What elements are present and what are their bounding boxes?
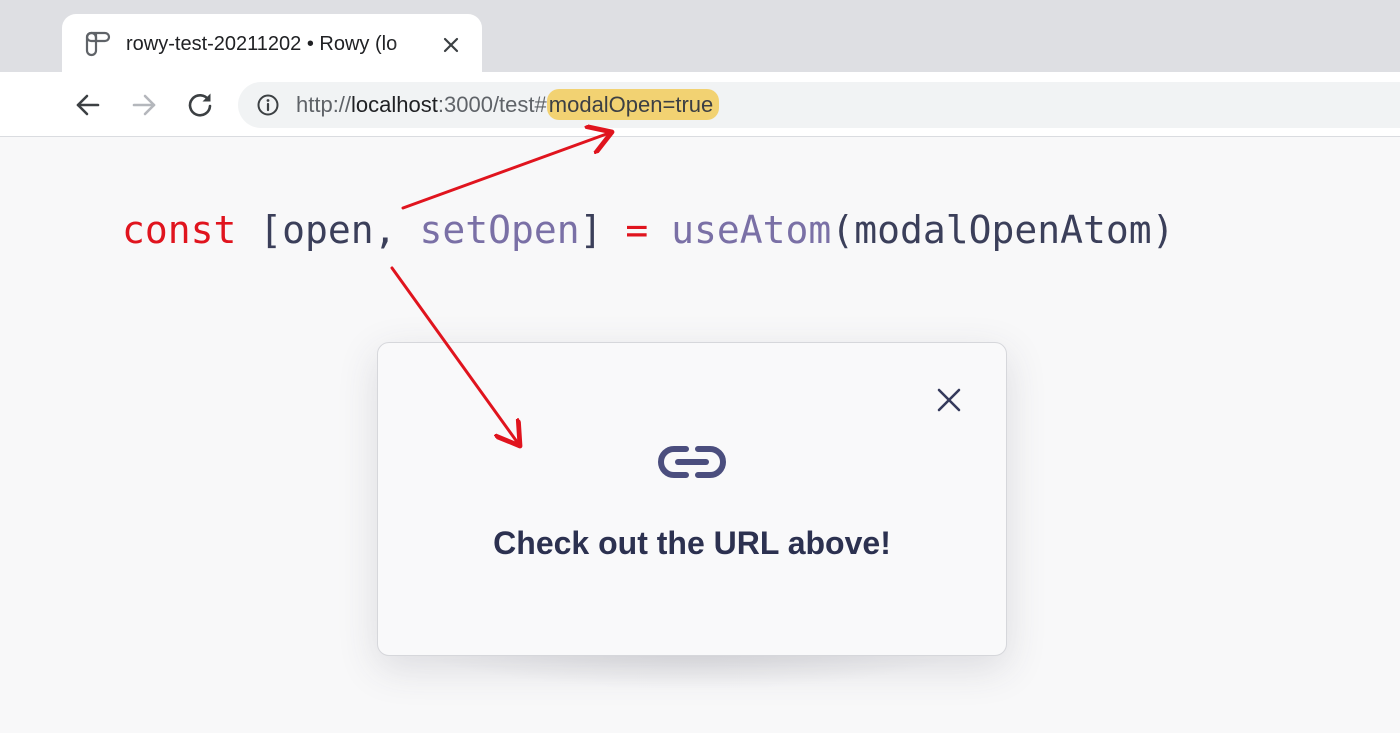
code-close-bracket: ]	[579, 208, 626, 252]
forward-arrow-icon[interactable]	[128, 89, 160, 121]
code-var-setopen: setOpen	[419, 208, 580, 252]
code-var-open: open	[282, 208, 374, 252]
code-comma: ,	[373, 208, 420, 252]
browser-tab[interactable]: rowy-test-20211202 • Rowy (lo	[62, 14, 482, 76]
close-icon[interactable]	[440, 34, 462, 56]
modal-dialog: Check out the URL above!	[377, 342, 1007, 656]
url-text: http://localhost:3000/test#modalOpen=tru…	[296, 89, 720, 120]
back-arrow-icon[interactable]	[72, 89, 104, 121]
code-function: useAtom	[671, 208, 832, 252]
code-paren-close: )	[1151, 208, 1175, 252]
code-operator: =	[625, 208, 649, 252]
tab-strip: rowy-test-20211202 • Rowy (lo	[0, 0, 1400, 76]
tab-title: rowy-test-20211202 • Rowy (lo	[126, 33, 398, 55]
code-snippet: const [open, setOpen] = useAtom(modalOpe…	[122, 206, 1175, 254]
tab-title-fade	[392, 28, 434, 60]
info-icon[interactable]	[256, 93, 280, 117]
code-arg: modalOpenAtom	[854, 208, 1152, 252]
url-scheme: http://	[296, 92, 352, 117]
url-path: :3000/test#	[437, 92, 547, 117]
code-paren-open: (	[831, 208, 855, 252]
url-hash-highlight: modalOpen=true	[546, 89, 720, 120]
url-host: localhost	[351, 92, 438, 117]
reload-icon[interactable]	[184, 89, 216, 121]
browser-toolbar: http://localhost:3000/test#modalOpen=tru…	[0, 72, 1400, 137]
link-icon	[658, 446, 726, 478]
code-keyword: const	[122, 208, 237, 252]
rowy-logo-icon	[85, 31, 111, 57]
address-bar[interactable]: http://localhost:3000/test#modalOpen=tru…	[238, 82, 1400, 128]
close-icon[interactable]	[934, 385, 964, 415]
code-open-bracket: [	[236, 208, 283, 252]
modal-title: Check out the URL above!	[493, 525, 891, 561]
